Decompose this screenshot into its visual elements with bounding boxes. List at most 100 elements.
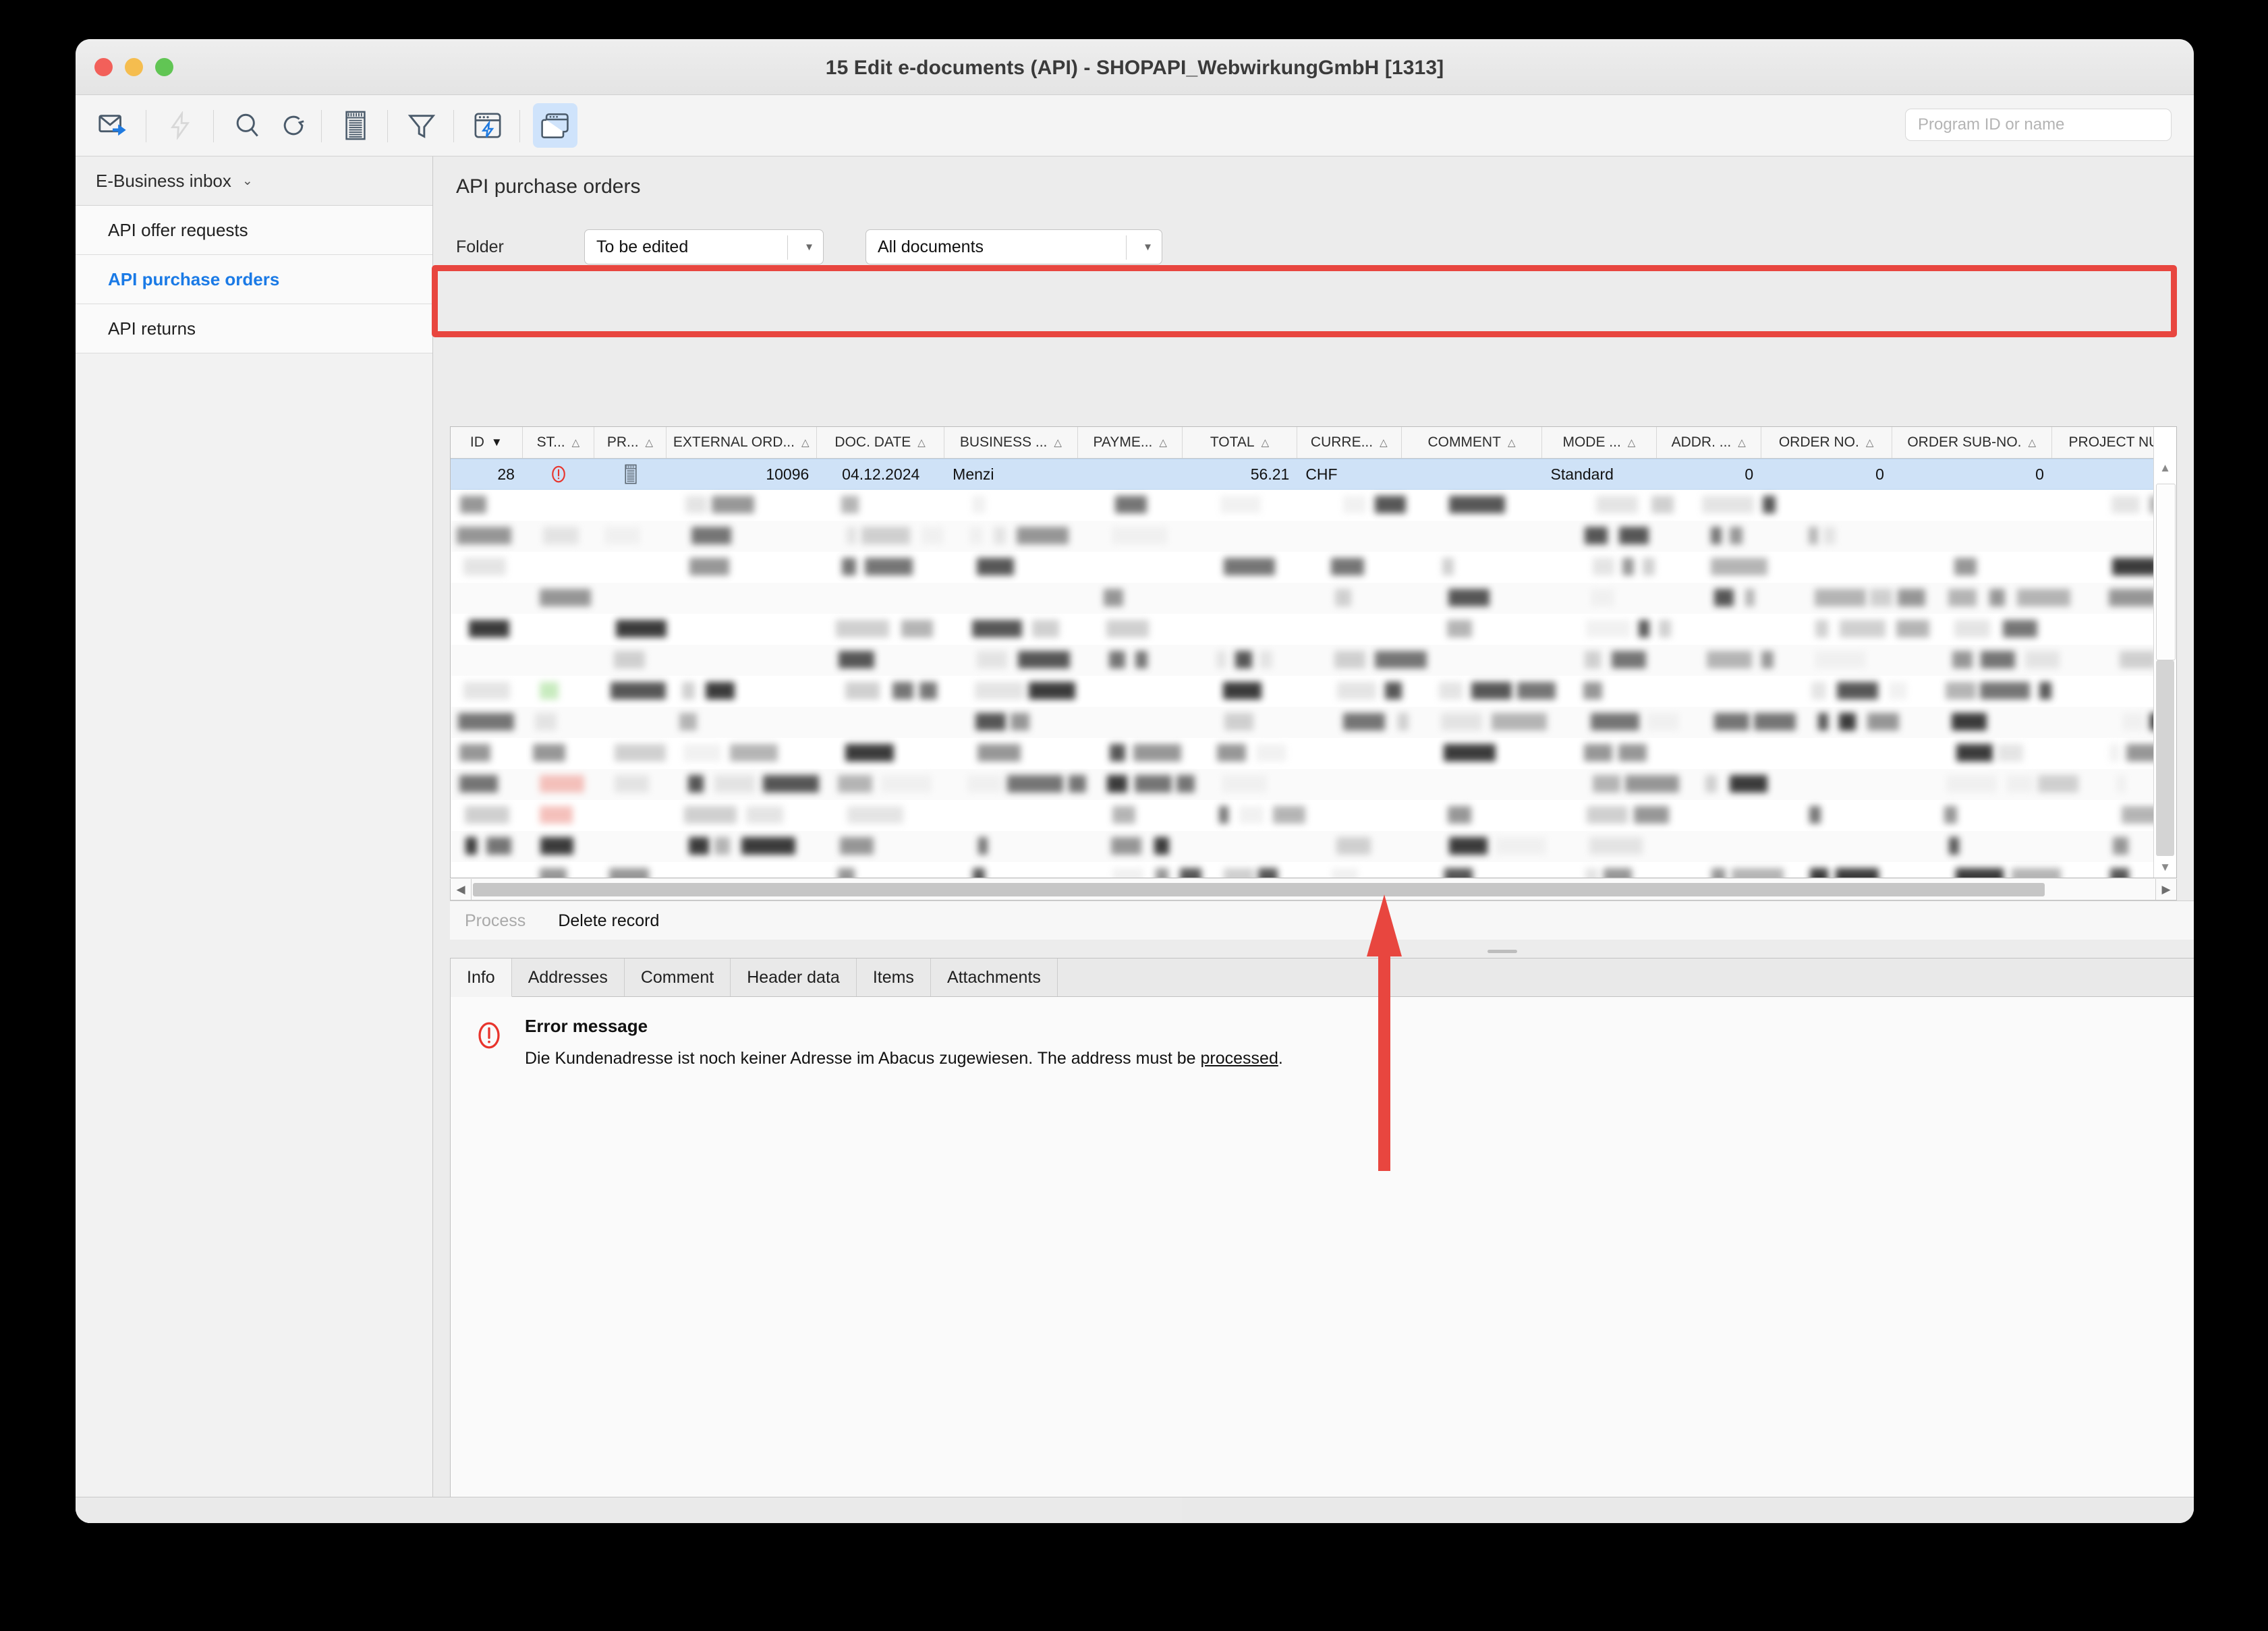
redacted-text-block (1444, 868, 1473, 878)
tab-items[interactable]: Items (857, 958, 931, 996)
sidebar-item-api-returns[interactable]: API returns (76, 304, 432, 353)
redacted-text-block (539, 868, 567, 878)
list-icon[interactable] (333, 103, 378, 148)
redacted-text-block (971, 496, 986, 513)
window-lightning-icon[interactable] (465, 103, 510, 148)
column-header-addr[interactable]: ADDR. ... △ (1657, 427, 1761, 458)
vertical-scroll-track[interactable] (2156, 660, 2174, 856)
tab-comment[interactable]: Comment (625, 958, 731, 996)
table-row-redacted[interactable] (451, 521, 2176, 552)
program-search-input[interactable] (1905, 109, 2172, 141)
redacted-text-block (1112, 527, 1168, 544)
tab-addresses[interactable]: Addresses (512, 958, 625, 996)
column-header-total[interactable]: TOTAL △ (1183, 427, 1297, 458)
column-header-currency[interactable]: CURRE... △ (1297, 427, 1402, 458)
delete-record-button[interactable]: Delete record (558, 911, 659, 931)
horizontal-scroll-track[interactable] (472, 882, 2155, 896)
sidebar-item-api-offer-requests[interactable]: API offer requests (76, 206, 432, 255)
redacted-text-block (681, 682, 695, 699)
redacted-text-block (1622, 558, 1635, 575)
column-header-mode[interactable]: MODE ... △ (1542, 427, 1657, 458)
column-header-label: EXTERNAL ORD... (673, 434, 795, 450)
table-row-redacted[interactable] (451, 490, 2176, 521)
table-row-redacted[interactable] (451, 583, 2176, 614)
redacted-text-block (1028, 682, 1075, 699)
lightning-icon[interactable] (158, 103, 202, 148)
horizontal-scroll-thumb[interactable] (473, 882, 2045, 896)
redacted-text-block (1218, 806, 1228, 824)
redacted-text-block (746, 806, 783, 824)
redacted-text-block (1223, 868, 1254, 878)
column-header-preview[interactable]: PR... △ (594, 427, 667, 458)
column-header-label: MODE ... (1562, 434, 1621, 450)
table-row-redacted[interactable] (451, 645, 2176, 676)
column-header-order_no[interactable]: ORDER NO. △ (1761, 427, 1892, 458)
column-header-order_sub_no[interactable]: ORDER SUB-NO. △ (1892, 427, 2052, 458)
toolbar-separator (387, 110, 388, 142)
tab-info[interactable]: Info (451, 958, 512, 997)
sort-asc-icon: △ (917, 437, 926, 449)
scroll-right-icon[interactable]: ▶ (2155, 879, 2176, 900)
windows-stack-icon[interactable] (533, 103, 577, 148)
scroll-down-icon[interactable]: ▼ (2154, 857, 2176, 878)
vertical-scroll-thumb[interactable] (2156, 484, 2176, 660)
column-header-payment[interactable]: PAYME... △ (1078, 427, 1183, 458)
column-header-comment[interactable]: COMMENT △ (1402, 427, 1543, 458)
redacted-text-block (2003, 620, 2038, 637)
table-row-redacted[interactable] (451, 769, 2176, 800)
column-header-business[interactable]: BUSINESS ... △ (944, 427, 1079, 458)
redacted-text-block (1583, 744, 1612, 762)
table-row-redacted[interactable] (451, 614, 2176, 645)
table-row-redacted[interactable] (451, 831, 2176, 862)
redacted-text-block (1439, 682, 1463, 699)
redacted-text-block (1443, 744, 1496, 762)
redacted-text-block (1583, 682, 1602, 699)
redacted-text-block (1870, 589, 1892, 606)
sidebar-header[interactable]: E-Business inbox ⌄ (76, 156, 432, 206)
table-row-redacted[interactable] (451, 707, 2176, 738)
column-header-status[interactable]: ST... △ (523, 427, 595, 458)
tab-attachments[interactable]: Attachments (931, 958, 1058, 996)
column-header-doc_date[interactable]: DOC. DATE △ (817, 427, 944, 458)
table-horizontal-scrollbar[interactable]: ◀ ▶ (450, 879, 2177, 900)
redacted-text-block (1980, 682, 2031, 699)
table-row-redacted[interactable] (451, 738, 2176, 769)
inbox-forward-icon[interactable] (90, 103, 135, 148)
cell-order_no: 0 (1761, 459, 1892, 489)
redacted-text-block (1618, 744, 1647, 762)
redacted-text-block (1595, 496, 1639, 513)
table-header-row: ID ▼ ST... △ PR... △ EXTERNAL ORD... △ DOC. DATE… (451, 427, 2176, 459)
search-icon[interactable] (225, 103, 270, 148)
redacted-text-block (1711, 527, 1722, 544)
redacted-text-block (1814, 589, 1867, 606)
purchase-orders-table: ID ▼ ST... △ PR... △ EXTERNAL ORD... △ DOC. DATE… (450, 426, 2177, 878)
redacted-text-block (2109, 744, 2120, 762)
scroll-up-icon[interactable]: ▲ (2154, 458, 2176, 478)
folder-select[interactable]: To be edited ▾ (584, 229, 824, 264)
document-type-select[interactable]: All documents ▾ (866, 229, 1162, 264)
application-window: 15 Edit e-documents (API) - SHOPAPI_Webw… (76, 39, 2194, 1523)
sidebar-item-api-purchase-orders[interactable]: API purchase orders (76, 255, 432, 304)
redacted-text-block (1109, 651, 1126, 668)
splitter-grip[interactable] (1487, 949, 1517, 953)
scroll-left-icon[interactable]: ◀ (451, 879, 472, 900)
table-row-redacted[interactable] (451, 862, 2176, 878)
table-row-redacted[interactable] (451, 676, 2176, 707)
refresh-icon[interactable] (271, 103, 316, 148)
table-row-redacted[interactable] (451, 800, 2176, 831)
column-header-external_order[interactable]: EXTERNAL ORD... △ (667, 427, 817, 458)
table-row-redacted[interactable] (451, 552, 2176, 583)
redacted-text-block (1259, 651, 1273, 668)
column-header-id[interactable]: ID ▼ (451, 427, 523, 458)
processed-link[interactable]: processed (1201, 1049, 1278, 1068)
tab-header-data[interactable]: Header data (731, 958, 857, 996)
error-message-text: Die Kundenadresse ist noch keiner Adress… (525, 1048, 2194, 1070)
table-vertical-scrollbar[interactable]: ▲ ▼ (2153, 427, 2176, 878)
redacted-text-block (975, 713, 1007, 731)
redacted-text-block (1585, 651, 1601, 668)
redacted-text-block (463, 682, 511, 699)
cell-value: 0 (1745, 465, 1754, 483)
table-row-selected[interactable]: 28 10096 04.12.2024 Menzi 56.21 CHF Standard 0 0… (451, 459, 2176, 490)
process-button[interactable]: Process (465, 911, 526, 931)
filter-funnel-icon[interactable] (399, 103, 444, 148)
